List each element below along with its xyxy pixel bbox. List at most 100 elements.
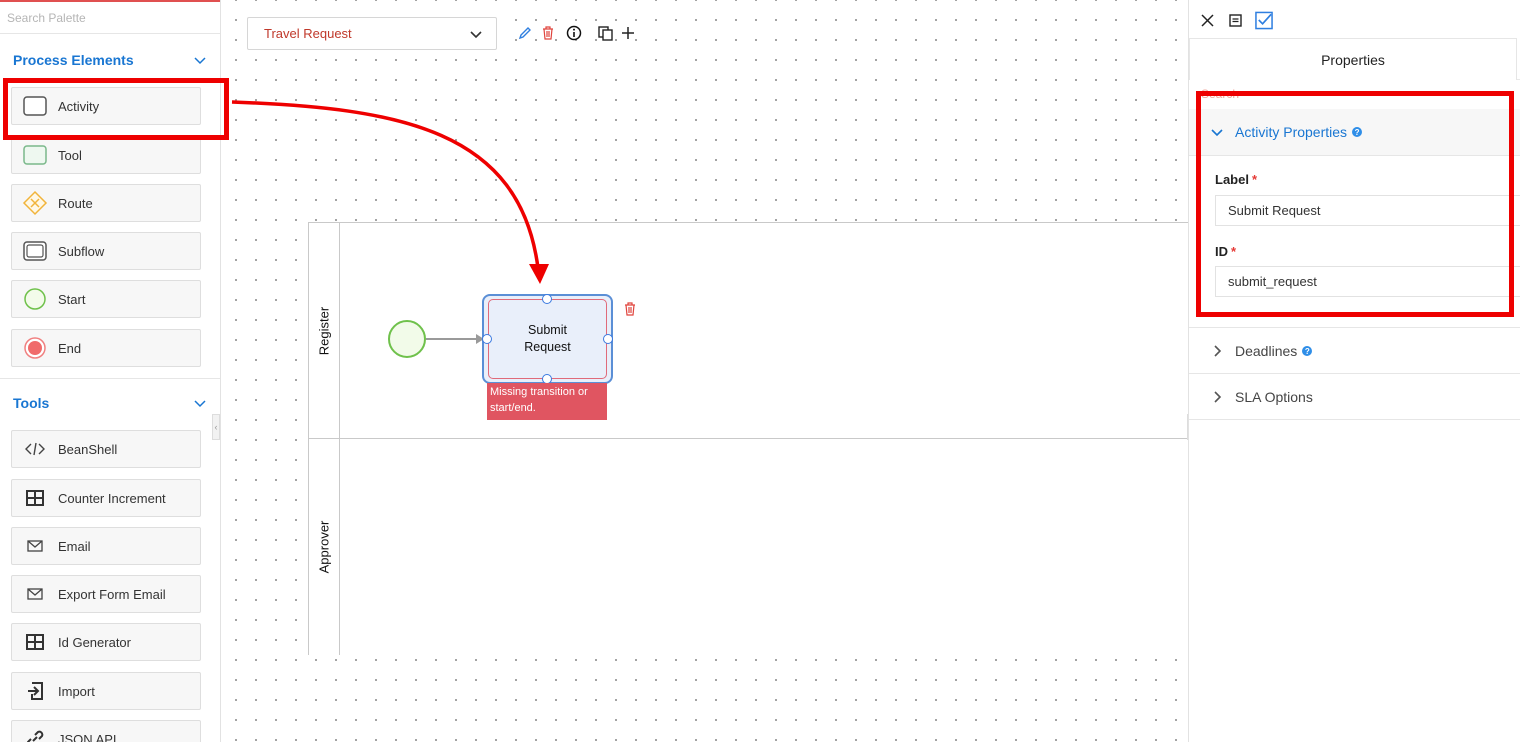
process-canvas[interactable]: Travel Request Register Approver Submit … <box>222 0 1189 742</box>
properties-panel: Properties Activity Properties ? Label* … <box>1188 0 1520 742</box>
process-selector-value: Travel Request <box>264 26 352 41</box>
lane-label: Register <box>316 306 332 356</box>
label-field-label: Label * <box>1215 172 1257 187</box>
connection-handle-top[interactable] <box>542 294 552 304</box>
tools-section-header[interactable]: Tools <box>0 388 220 418</box>
tab-properties[interactable]: Properties <box>1189 38 1517 80</box>
palette-section-divider <box>0 378 220 379</box>
activity-icon <box>12 88 58 124</box>
pencil-icon <box>518 27 531 40</box>
checkbox-checked-icon <box>1255 11 1273 29</box>
id-input[interactable] <box>1215 266 1520 297</box>
activity-node-submit-request[interactable]: Submit Request <box>482 294 613 384</box>
palette-item-json-api[interactable]: JSON API <box>11 720 201 742</box>
deadlines-section-header[interactable]: Deadlines ? <box>1189 328 1520 374</box>
section-divider <box>1189 419 1520 420</box>
properties-toolbar <box>1189 0 1520 40</box>
required-marker: * <box>1231 244 1237 259</box>
copy-icon <box>597 25 613 41</box>
participant-pool[interactable]: Register Approver <box>308 222 1189 655</box>
palette-panel: Process Elements Activity Tool Route Sub… <box>0 0 221 742</box>
palette-item-route[interactable]: Route <box>11 184 201 222</box>
start-icon <box>12 281 58 317</box>
palette-item-email[interactable]: Email <box>11 527 201 565</box>
palette-item-label: Id Generator <box>58 634 131 650</box>
apply-properties-button[interactable] <box>1255 11 1273 29</box>
help-icon[interactable]: ? <box>1302 346 1313 356</box>
id-field-label-text: ID <box>1215 244 1228 259</box>
process-selector[interactable]: Travel Request <box>247 17 497 50</box>
link-icon <box>12 721 58 742</box>
delete-node-button[interactable] <box>623 302 639 318</box>
palette-item-label: Email <box>58 538 91 554</box>
table-icon <box>12 624 58 660</box>
section-divider <box>1189 155 1520 156</box>
transition-line[interactable] <box>426 338 482 340</box>
chevron-down-icon <box>194 400 206 408</box>
palette-item-export-form-email[interactable]: Export Form Email <box>11 575 201 613</box>
chevron-right-icon <box>1214 345 1222 357</box>
sla-options-section-header[interactable]: SLA Options <box>1189 374 1520 420</box>
required-marker: * <box>1251 172 1258 187</box>
palette-item-start[interactable]: Start <box>11 280 201 318</box>
palette-item-label: Activity <box>58 98 100 114</box>
palette-item-beanshell[interactable]: BeanShell <box>11 430 201 468</box>
deadlines-title: Deadlines <box>1235 343 1298 359</box>
connection-handle-right[interactable] <box>603 334 613 344</box>
properties-tab-bar: Properties <box>1189 38 1520 80</box>
lane-header: Approver <box>309 439 340 655</box>
palette-item-import[interactable]: Import <box>11 672 201 710</box>
id-field-label: ID * <box>1215 244 1236 259</box>
palette-item-subflow[interactable]: Subflow <box>11 232 201 270</box>
duplicate-process-button[interactable] <box>596 24 614 42</box>
close-icon <box>1200 13 1214 27</box>
palette-item-tool[interactable]: Tool <box>11 136 201 174</box>
close-properties-button[interactable] <box>1198 11 1216 29</box>
envelope-icon <box>12 528 58 564</box>
palette-item-id-generator[interactable]: Id Generator <box>11 623 201 661</box>
window-icon <box>1228 13 1242 27</box>
route-icon <box>12 185 58 221</box>
palette-item-activity[interactable]: Activity <box>11 87 201 125</box>
import-icon <box>12 673 58 709</box>
edit-process-button[interactable] <box>516 24 534 42</box>
table-icon <box>12 480 58 516</box>
chevron-down-icon <box>1211 129 1223 137</box>
add-process-button[interactable] <box>619 24 637 42</box>
properties-search-input[interactable] <box>1201 84 1507 104</box>
delete-process-button[interactable] <box>539 24 557 42</box>
chevron-down-icon <box>470 30 482 38</box>
tool-icon <box>12 137 58 173</box>
lane-register[interactable]: Register <box>309 223 1189 438</box>
palette-item-end[interactable]: End <box>11 329 201 367</box>
lane-approver[interactable]: Approver <box>309 439 1189 655</box>
palette-item-label: Route <box>58 195 93 211</box>
connection-handle-left[interactable] <box>482 334 492 344</box>
activity-properties-section-header[interactable]: Activity Properties ? <box>1189 109 1520 155</box>
palette-item-label: JSON API <box>58 731 117 742</box>
lane-label: Approver <box>316 520 332 574</box>
label-input[interactable] <box>1215 195 1520 226</box>
end-icon <box>12 330 58 366</box>
chevron-down-icon <box>194 57 206 65</box>
activity-node-label: Submit Request <box>488 299 607 379</box>
palette-item-label: Start <box>58 291 86 307</box>
start-node[interactable] <box>388 320 426 358</box>
minimize-properties-button[interactable] <box>1226 11 1244 29</box>
palette-collapse-handle[interactable]: ‹ <box>212 414 220 440</box>
palette-item-label: End <box>58 340 82 356</box>
envelope-icon <box>12 576 58 612</box>
palette-item-counter-increment[interactable]: Counter Increment <box>11 479 201 517</box>
subflow-icon <box>12 233 58 269</box>
palette-item-label: Import <box>58 683 95 699</box>
palette-item-label: Tool <box>58 147 82 163</box>
validation-error-tooltip: Missing transition or start/end. <box>487 383 607 420</box>
help-icon[interactable]: ? <box>1352 127 1363 137</box>
tools-title: Tools <box>13 395 50 411</box>
activity-properties-title: Activity Properties <box>1235 124 1348 140</box>
palette-item-label: BeanShell <box>58 441 118 457</box>
palette-search-input[interactable] <box>0 2 220 34</box>
process-info-button[interactable] <box>565 24 583 42</box>
sla-options-title: SLA Options <box>1235 389 1313 405</box>
process-elements-section-header[interactable]: Process Elements <box>0 45 220 75</box>
